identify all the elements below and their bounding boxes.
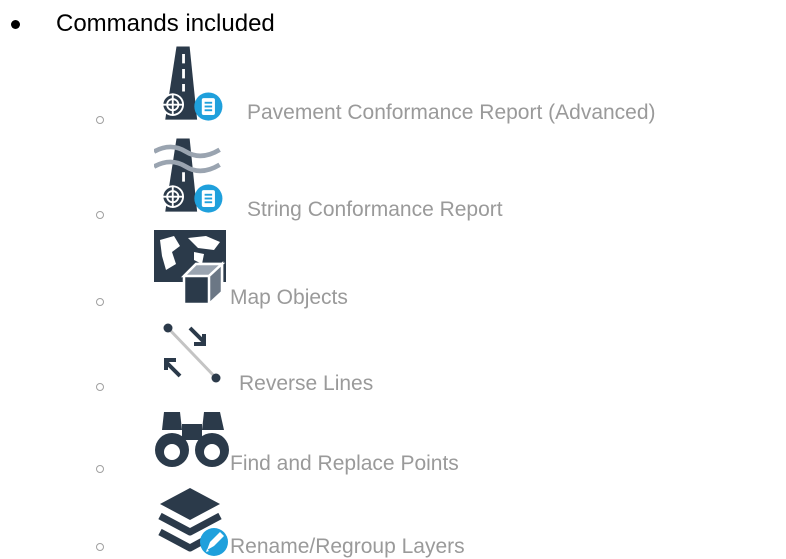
command-item-reverse-lines: Reverse Lines <box>96 314 786 400</box>
commands-heading: Commands included <box>11 6 275 42</box>
reverse-lines-icon <box>163 323 221 383</box>
list-circle-icon <box>96 543 104 551</box>
string-conformance-report-icon <box>154 138 223 213</box>
command-label: Find and Replace Points <box>230 452 459 475</box>
road-conformance-report-icon <box>161 46 223 121</box>
command-item-map-objects: Map Objects <box>96 230 786 310</box>
binoculars-icon <box>155 412 229 467</box>
command-label: Pavement Conformance Report (Advanced) <box>247 101 656 124</box>
layers-edit-icon <box>158 488 228 556</box>
bullet-icon <box>11 19 20 29</box>
command-item-pavement-conformance: Pavement Conformance Report (Advanced) <box>96 44 786 132</box>
list-circle-icon <box>96 298 104 306</box>
command-label: Reverse Lines <box>239 372 374 395</box>
command-item-string-conformance: String Conformance Report <box>96 136 786 226</box>
command-item-find-replace-points: Find and Replace Points <box>96 402 786 482</box>
list-circle-icon <box>96 465 104 473</box>
map-objects-icon <box>154 230 226 306</box>
command-label: Map Objects <box>230 286 348 309</box>
heading-text: Commands included <box>56 10 275 37</box>
list-circle-icon <box>96 383 104 391</box>
command-item-rename-regroup-layers: Rename/Regroup Layers <box>96 486 786 559</box>
list-circle-icon <box>96 116 104 124</box>
list-circle-icon <box>96 211 104 219</box>
command-label: Rename/Regroup Layers <box>230 535 465 558</box>
command-label: String Conformance Report <box>247 198 503 221</box>
